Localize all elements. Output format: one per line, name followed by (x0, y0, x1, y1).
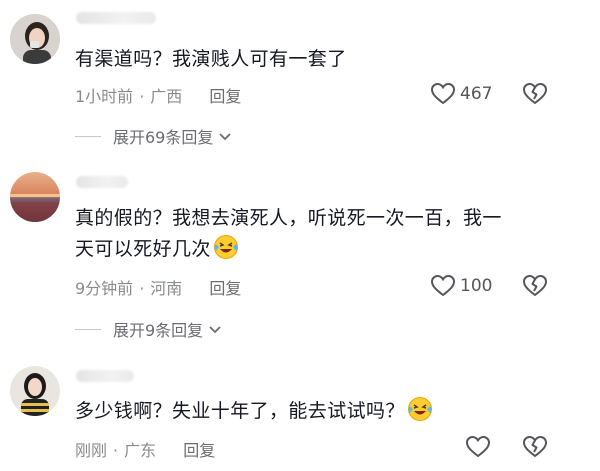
expand-replies-button[interactable]: 展开69条回复 (75, 124, 233, 148)
laughing-tears-emoji-icon (407, 396, 433, 432)
heart-outline-icon (430, 82, 456, 105)
expand-replies-label: 展开69条回复 (113, 128, 214, 147)
username[interactable] (76, 370, 134, 382)
heart-outline-icon (430, 274, 456, 297)
comment-location: 河南 (150, 279, 183, 298)
broken-heart-icon (522, 82, 548, 105)
avatar[interactable] (10, 14, 60, 64)
heart-outline-icon (465, 435, 491, 458)
comment-text: 有渠道吗？我演贱人可有一套了 (75, 48, 347, 70)
separator: · (113, 441, 119, 460)
like-button[interactable] (465, 435, 491, 459)
like-button[interactable]: 100 (430, 274, 492, 298)
dislike-button[interactable] (522, 274, 548, 302)
avatar-photo (10, 366, 60, 416)
separator: · (139, 279, 145, 298)
avatar[interactable] (10, 172, 60, 222)
like-button[interactable]: 467 (430, 82, 492, 106)
chevron-down-icon (209, 326, 221, 334)
divider-line (75, 328, 101, 330)
reply-button[interactable]: 回复 (209, 275, 241, 299)
comment-text-line-2-content: 天可以死好几次 (75, 238, 211, 260)
comment-text: 多少钱啊？失业十年了，能去试试吗？ (75, 396, 433, 432)
comment-time: 刚刚 (75, 441, 108, 460)
comment-meta: 1小时前 · 广西 回复 (75, 83, 241, 107)
comment-meta: 9分钟前 · 河南 回复 (75, 275, 241, 299)
dislike-button[interactable] (522, 82, 548, 110)
like-count: 100 (460, 276, 493, 296)
username[interactable] (76, 12, 156, 24)
comment-text-content: 多少钱啊？失业十年了，能去试试吗？ (75, 400, 405, 422)
laughing-tears-emoji-icon (213, 234, 239, 270)
reply-button[interactable]: 回复 (183, 437, 215, 461)
dislike-button[interactable] (522, 435, 548, 463)
broken-heart-icon (522, 274, 548, 297)
broken-heart-icon (522, 435, 548, 458)
comment-location: 广东 (124, 441, 157, 460)
reply-button[interactable]: 回复 (209, 83, 241, 107)
avatar-photo (10, 14, 60, 64)
avatar[interactable] (10, 366, 60, 416)
avatar-photo (10, 172, 60, 222)
comment-text-line-2: 天可以死好几次 (75, 234, 239, 270)
comment-time: 9分钟前 (75, 279, 134, 298)
comment-location: 广西 (150, 87, 183, 106)
comment-time: 1小时前 (75, 87, 134, 106)
expand-replies-button[interactable]: 展开9条回复 (75, 317, 223, 341)
divider-line (75, 135, 101, 137)
separator: · (139, 87, 145, 106)
comment-meta: 刚刚 · 广东 回复 (75, 437, 215, 461)
like-count: 467 (460, 84, 493, 104)
comment-text-line-1: 真的假的？我想去演死人，听说死一次一百，我一 (75, 207, 502, 229)
username[interactable] (76, 176, 128, 188)
chevron-down-icon (219, 133, 232, 141)
expand-replies-label: 展开9条回复 (113, 321, 204, 340)
